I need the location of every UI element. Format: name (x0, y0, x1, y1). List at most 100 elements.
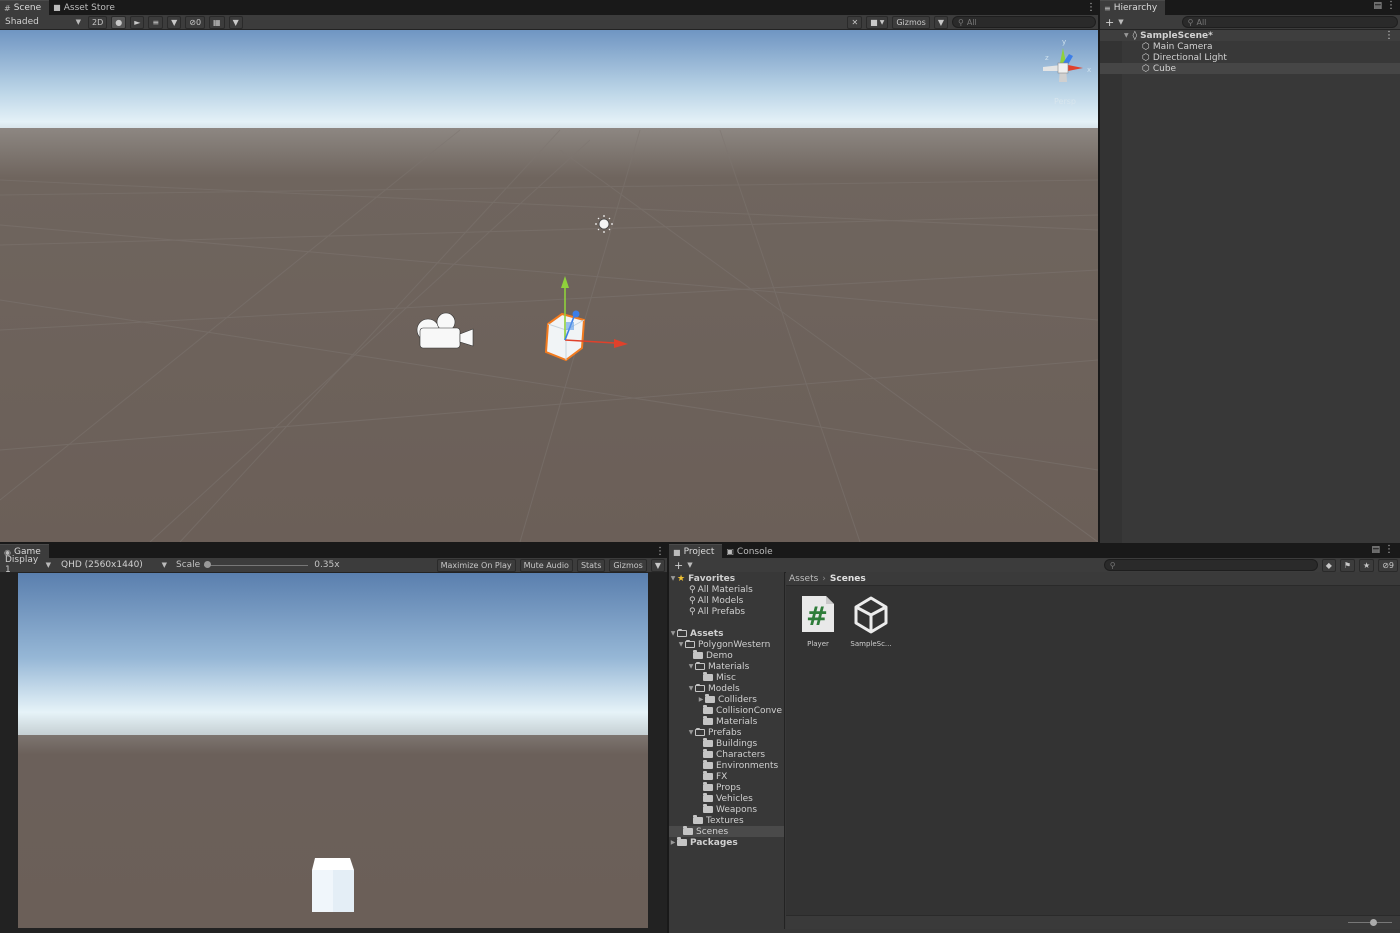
search-by-label-button[interactable]: ⚑ (1339, 558, 1356, 572)
hidden-objects-button[interactable]: ⊘ 0 (185, 15, 206, 29)
tree-folder[interactable]: ▼ Prefabs (669, 727, 784, 738)
tree-folder[interactable]: Props (669, 782, 784, 793)
expand-arrow-icon[interactable]: ▶ (697, 696, 705, 703)
save-search-button[interactable]: ★ (1359, 558, 1375, 572)
effects-dropdown-button[interactable]: ▼ (167, 15, 182, 29)
grid-dropdown-button[interactable]: ▼ (228, 15, 243, 29)
eye-slash-icon: ⊘ (1382, 560, 1389, 570)
scene-menu-kebab-icon[interactable]: ⋮ (1384, 30, 1394, 41)
breadcrumb-item[interactable]: Assets (789, 574, 818, 584)
search-by-type-button[interactable]: ◆ (1321, 558, 1336, 572)
project-create-dropdown[interactable]: + ▼ (671, 559, 693, 572)
project-menu-kebab-icon[interactable]: ⋮ (1384, 544, 1394, 555)
projection-label[interactable]: Persp (1054, 97, 1076, 106)
gizmos-label: Gizmos (896, 17, 926, 27)
asset-item[interactable]: # Player (790, 594, 846, 648)
tree-folder[interactable]: ▼ Assets (669, 628, 784, 639)
tree-folder-label: Characters (716, 749, 766, 760)
tree-favorites[interactable]: ▼ ★ Favorites (669, 573, 784, 584)
toggle-2d-button[interactable]: 2D (88, 15, 108, 29)
create-dropdown[interactable]: + ▼ (1102, 16, 1124, 29)
hierarchy-item-directional-light[interactable]: ⬡ Directional Light (1100, 52, 1400, 63)
audio-toggle-button[interactable]: ► (130, 15, 145, 29)
scene-viewport[interactable]: y x z Persp (0, 30, 1098, 542)
camera-settings-button[interactable]: ■ ▼ (866, 15, 889, 29)
hierarchy-menu-kebab-icon[interactable]: ⋮ (1386, 0, 1396, 11)
lighting-toggle-button[interactable]: ● (111, 15, 127, 29)
game-viewport[interactable] (18, 573, 648, 928)
tree-folder[interactable]: Misc (669, 672, 784, 683)
tree-folder[interactable]: ▶ Colliders (669, 694, 784, 705)
resolution-dropdown[interactable]: QHD (2560x1440) ▼ (58, 559, 170, 572)
mute-label: Mute Audio (523, 560, 569, 570)
favorite-item[interactable]: ⚲ All Materials (669, 584, 784, 595)
display-dropdown[interactable]: Display 1 ▼ (2, 555, 54, 575)
hierarchy-item-main-camera[interactable]: ⬡ Main Camera (1100, 41, 1400, 52)
project-search-input[interactable]: ⚲ (1103, 559, 1318, 571)
game-gizmos-button[interactable]: Gizmos (609, 558, 647, 572)
tab-console-label: Console (736, 546, 773, 557)
tree-folder[interactable]: Buildings (669, 738, 784, 749)
breadcrumb-item[interactable]: Scenes (830, 574, 866, 584)
tree-folder[interactable]: CollisionConve (669, 705, 784, 716)
hierarchy-scene-row[interactable]: ▼ ◊ SampleScene* ⋮ (1100, 30, 1400, 41)
expand-arrow-icon[interactable]: ▼ (669, 630, 677, 637)
draw-mode-dropdown[interactable]: Shaded ▼ (2, 16, 84, 29)
folder-open-icon (695, 728, 705, 736)
hierarchy-search-input[interactable]: ⚲ All (1181, 16, 1398, 28)
tree-folder[interactable]: Weapons (669, 804, 784, 815)
game-gizmos-dropdown-button[interactable]: ▼ (650, 558, 665, 572)
expand-arrow-icon[interactable]: ▼ (687, 729, 695, 736)
expand-arrow-icon[interactable]: ▼ (677, 641, 685, 648)
tab-asset-store[interactable]: ■ Asset Store (49, 0, 123, 15)
expand-arrow-icon[interactable]: ▼ (687, 663, 695, 670)
tab-hierarchy[interactable]: ≡ Hierarchy (1100, 0, 1166, 15)
tab-console[interactable]: ▣ Console (722, 544, 780, 559)
tree-folder[interactable]: Textures (669, 815, 784, 826)
lock-icon[interactable]: ▤ (1371, 545, 1380, 555)
expand-arrow-icon[interactable]: ▼ (669, 575, 677, 582)
asset-item[interactable]: SampleSc... (843, 594, 899, 648)
tree-folder[interactable]: ▼ Materials (669, 661, 784, 672)
tree-folder-selected[interactable]: Scenes (669, 826, 784, 837)
tree-folder[interactable]: FX (669, 771, 784, 782)
gizmos-button[interactable]: Gizmos (892, 15, 930, 29)
effects-toggle-button[interactable]: ≡ (148, 15, 164, 29)
draw-mode-label: Shaded (5, 17, 39, 27)
scene-menu-kebab-icon[interactable]: ⋮ (1086, 0, 1096, 15)
expand-arrow-icon[interactable]: ▶ (669, 839, 677, 846)
hidden-packages-button[interactable]: ⊘ 9 (1378, 558, 1398, 572)
icon-size-slider[interactable] (1370, 919, 1378, 926)
display-label: Display 1 (5, 555, 39, 575)
tree-folder-label: CollisionConve (716, 705, 783, 716)
tree-folder[interactable]: ▼ Models (669, 683, 784, 694)
tree-folder[interactable]: Characters (669, 749, 784, 760)
grid-toggle-button[interactable]: ▦ (209, 15, 225, 29)
tree-folder[interactable]: Vehicles (669, 793, 784, 804)
search-icon: ⚲ (689, 584, 696, 595)
gameobject-icon: ⬡ (1142, 41, 1150, 52)
scale-slider-thumb[interactable] (204, 561, 212, 568)
tree-folder[interactable]: ▼ PolygonWestern (669, 639, 784, 650)
lock-icon[interactable]: ▤ (1373, 1, 1382, 11)
scale-slider[interactable] (204, 560, 309, 570)
tab-scene[interactable]: # Scene (0, 0, 50, 15)
tree-folder[interactable]: Environments (669, 760, 784, 771)
tree-folder[interactable]: ▶ Packages (669, 837, 784, 848)
tree-folder[interactable]: Materials (669, 716, 784, 727)
expand-arrow-icon[interactable]: ▼ (1124, 32, 1129, 39)
favorite-item[interactable]: ⚲ All Models (669, 595, 784, 606)
maximize-on-play-button[interactable]: Maximize On Play (436, 558, 516, 572)
tree-folder[interactable]: Demo (669, 650, 784, 661)
stats-button[interactable]: Stats (576, 558, 606, 572)
hierarchy-item-cube[interactable]: ⬡ Cube (1100, 63, 1400, 74)
game-menu-kebab-icon[interactable]: ⋮ (655, 544, 665, 559)
mute-audio-button[interactable]: Mute Audio (519, 558, 573, 572)
folder-icon (705, 694, 715, 703)
gizmos-dropdown-button[interactable]: ▼ (933, 15, 948, 29)
tools-button[interactable]: ✕ (847, 15, 863, 29)
scene-search-input[interactable]: ⚲ All (952, 16, 1096, 28)
tab-project[interactable]: ■ Project (669, 544, 723, 559)
expand-arrow-icon[interactable]: ▼ (687, 685, 695, 692)
favorite-item[interactable]: ⚲ All Prefabs (669, 606, 784, 617)
